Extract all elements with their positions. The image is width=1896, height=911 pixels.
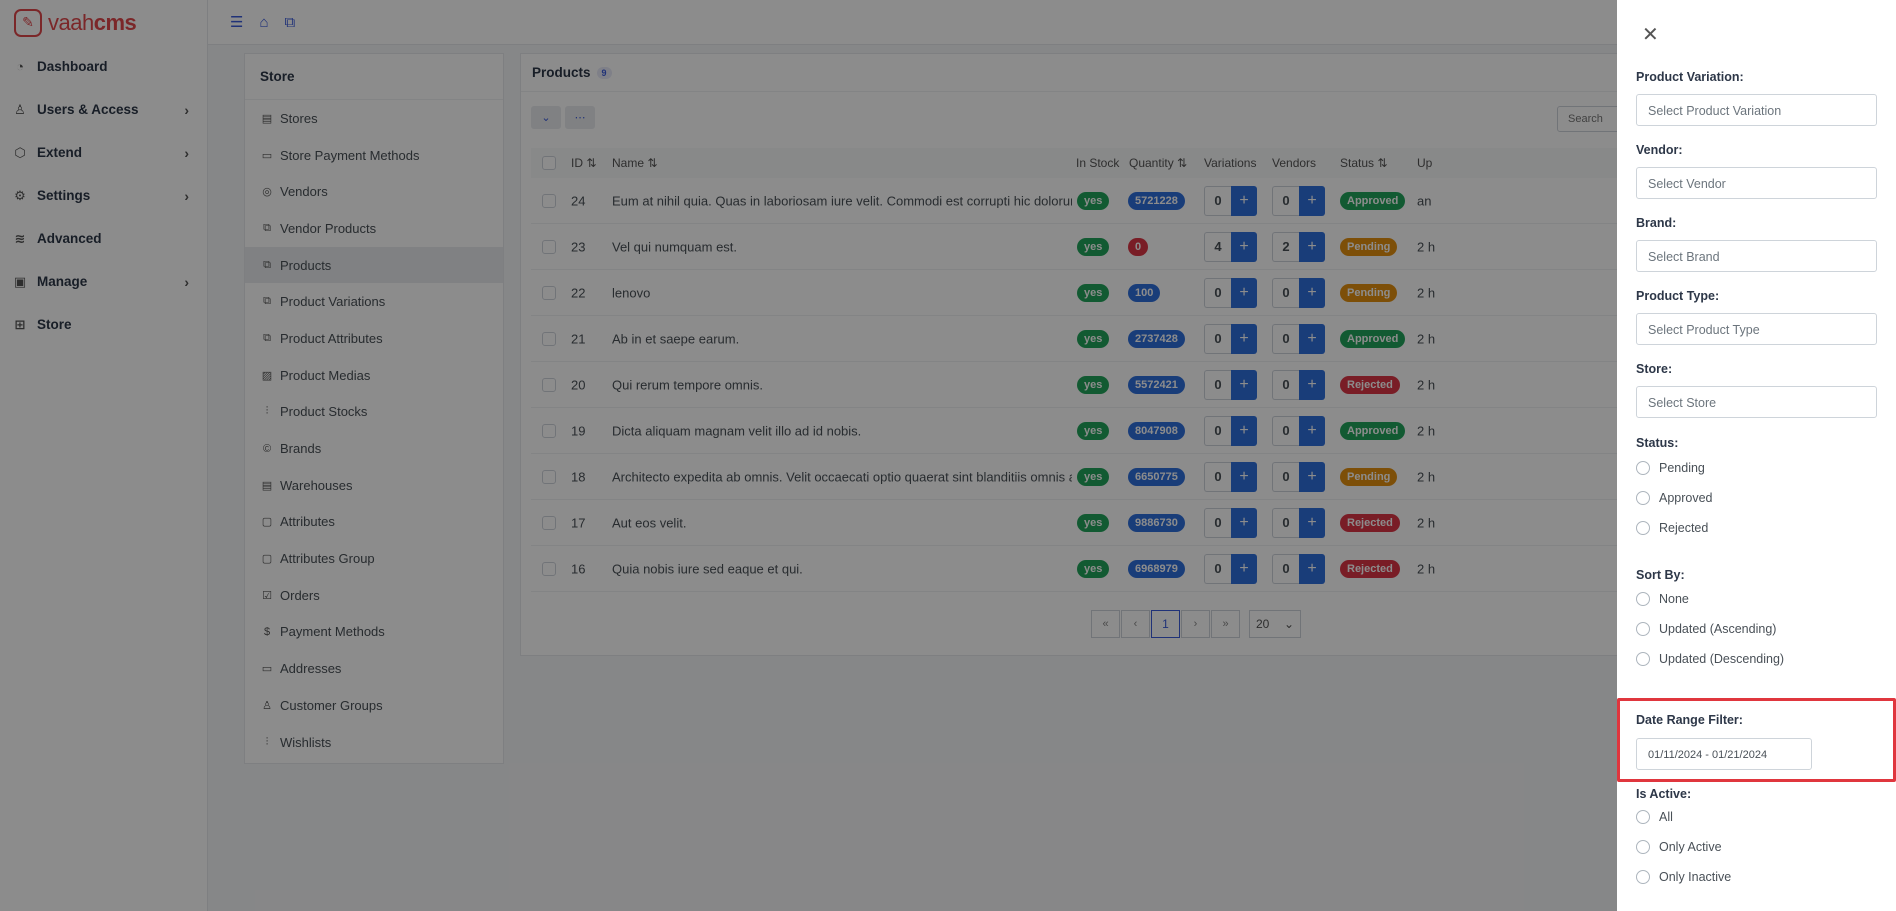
sort-radio-updated-desc[interactable]: Updated (Descending): [1636, 652, 1784, 666]
radio-label: Rejected: [1659, 521, 1709, 535]
radio-icon: [1636, 870, 1650, 884]
radio-label: Only Inactive: [1659, 870, 1732, 884]
radio-icon: [1636, 491, 1650, 505]
radio-label: Updated (Descending): [1659, 652, 1785, 666]
vendor-label: Vendor:: [1636, 143, 1683, 157]
is-active-label: Is Active:: [1636, 787, 1692, 801]
sort-radio-updated-asc[interactable]: Updated (Ascending): [1636, 622, 1776, 636]
radio-icon: [1636, 652, 1650, 666]
radio-icon: [1636, 521, 1650, 535]
radio-label: Pending: [1659, 461, 1705, 475]
radio-label: All: [1659, 810, 1673, 824]
status-radio-pending[interactable]: Pending: [1636, 461, 1705, 475]
modal-backdrop[interactable]: [0, 0, 1617, 911]
radio-icon: [1636, 810, 1650, 824]
product-type-select[interactable]: Select Product Type: [1636, 313, 1877, 345]
status-radio-rejected[interactable]: Rejected: [1636, 521, 1708, 535]
radio-label: Updated (Ascending): [1659, 622, 1777, 636]
close-icon[interactable]: ✕: [1642, 22, 1659, 47]
status-label: Status:: [1636, 436, 1679, 450]
radio-label: Only Active: [1659, 840, 1722, 854]
radio-label: Approved: [1659, 491, 1713, 505]
status-radio-approved[interactable]: Approved: [1636, 491, 1713, 505]
product-type-label: Product Type:: [1636, 289, 1720, 303]
active-radio-only-inactive[interactable]: Only Inactive: [1636, 870, 1731, 884]
active-radio-only-active[interactable]: Only Active: [1636, 840, 1722, 854]
radio-icon: [1636, 461, 1650, 475]
brand-select[interactable]: Select Brand: [1636, 240, 1877, 272]
sort-by-label: Sort By:: [1636, 568, 1685, 582]
radio-icon: [1636, 840, 1650, 854]
product-variation-label: Product Variation:: [1636, 70, 1744, 84]
radio-label: None: [1659, 592, 1689, 606]
radio-icon: [1636, 592, 1650, 606]
radio-icon: [1636, 622, 1650, 636]
active-radio-all[interactable]: All: [1636, 810, 1673, 824]
vendor-select[interactable]: Select Vendor: [1636, 167, 1877, 199]
brand-label: Brand:: [1636, 216, 1677, 230]
product-variation-select[interactable]: Select Product Variation: [1636, 94, 1877, 126]
store-label: Store:: [1636, 362, 1673, 376]
sort-radio-none[interactable]: None: [1636, 592, 1689, 606]
store-select[interactable]: Select Store: [1636, 386, 1877, 418]
date-range-input[interactable]: 01/11/2024 - 01/21/2024: [1636, 738, 1812, 770]
